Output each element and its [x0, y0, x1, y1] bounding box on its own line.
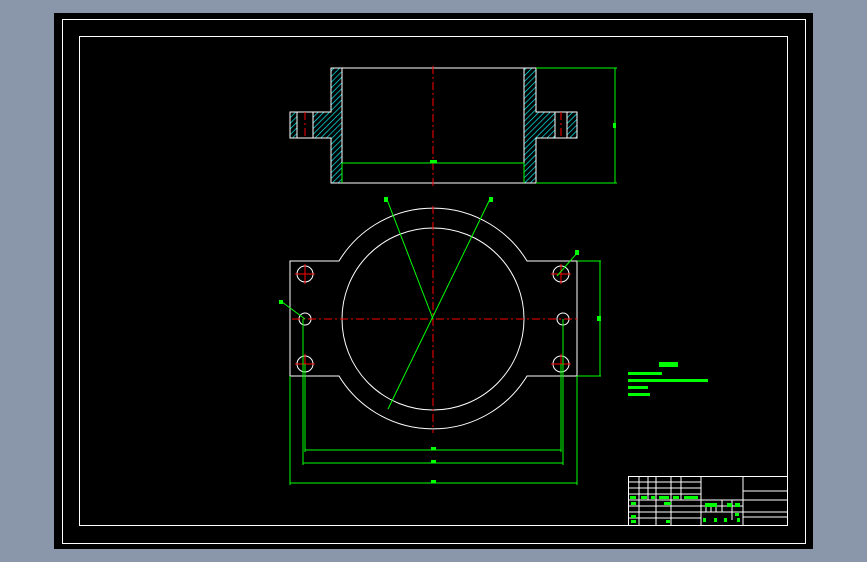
notes-heading: [659, 362, 678, 367]
right-flange-hatch: [566, 111, 578, 139]
drawing-canvas[interactable]: [0, 0, 867, 562]
note-line: [628, 379, 708, 382]
dimension-text: [430, 160, 437, 163]
note-line: [628, 393, 650, 396]
left-flange-hatch: [289, 111, 298, 139]
dimension-text: [613, 123, 616, 128]
note-line: [628, 372, 662, 375]
cad-viewer: [0, 0, 867, 562]
note-line: [628, 386, 648, 389]
